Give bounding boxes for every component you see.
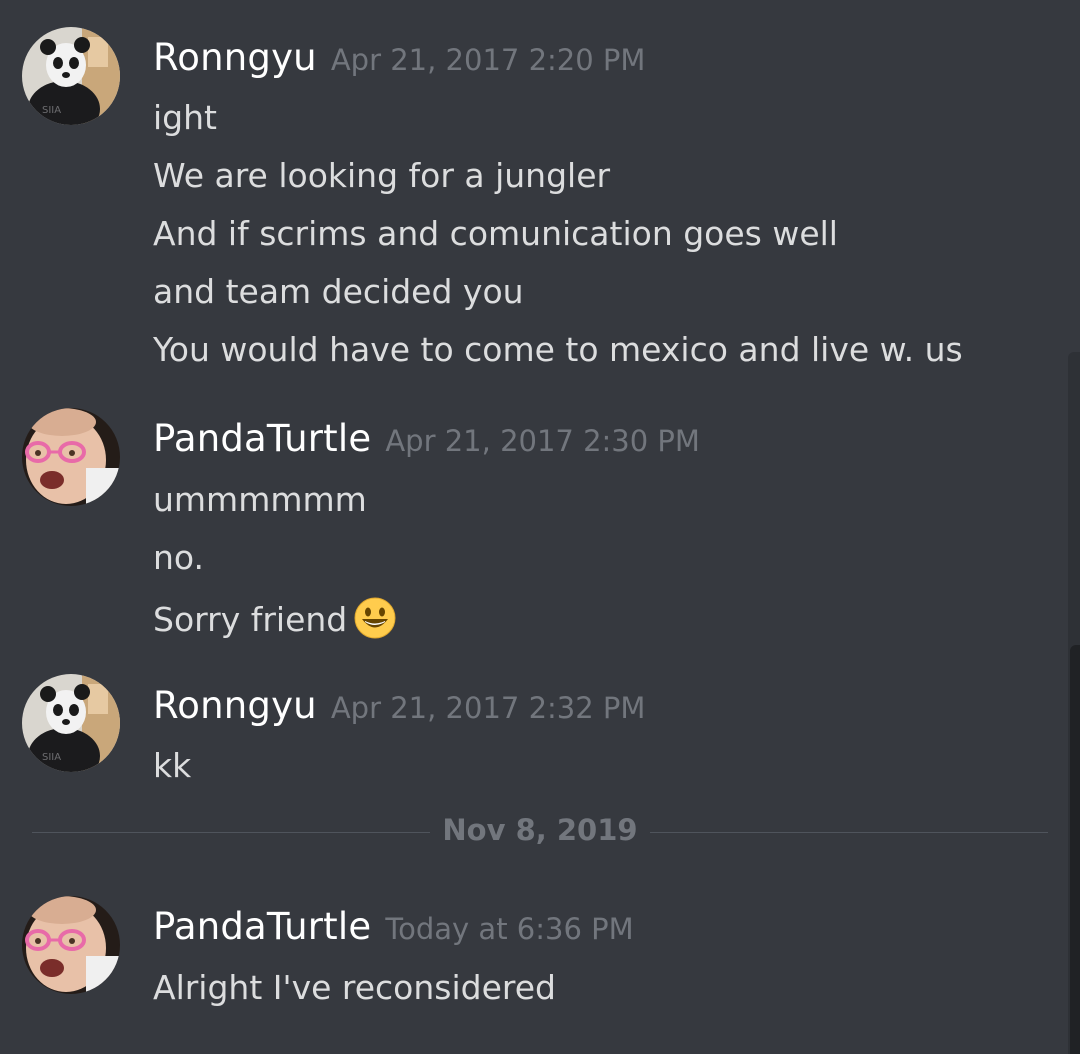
message-header: PandaTurtle Today at 6:36 PM bbox=[153, 905, 634, 948]
username[interactable]: Ronngyu bbox=[153, 684, 317, 727]
message-header: PandaTurtle Apr 21, 2017 2:30 PM bbox=[153, 417, 700, 460]
divider-line bbox=[32, 832, 430, 833]
smiley-emoji-icon[interactable] bbox=[353, 596, 397, 640]
username[interactable]: PandaTurtle bbox=[153, 417, 371, 460]
username[interactable]: PandaTurtle bbox=[153, 905, 371, 948]
message-line: Alright I've reconsidered bbox=[153, 968, 556, 1007]
svg-text:SIIA: SIIA bbox=[42, 105, 61, 116]
message-line: and team decided you bbox=[153, 272, 524, 311]
message-line: kk bbox=[153, 746, 192, 785]
message-line: ummmmmm bbox=[153, 480, 367, 519]
message-line: no. bbox=[153, 538, 205, 577]
message-header: Ronngyu Apr 21, 2017 2:32 PM bbox=[153, 684, 645, 727]
message-line: And if scrims and comunication goes well bbox=[153, 214, 838, 253]
message-line: We are looking for a jungler bbox=[153, 156, 611, 195]
timestamp: Today at 6:36 PM bbox=[385, 912, 634, 946]
username[interactable]: Ronngyu bbox=[153, 36, 317, 79]
message-line-with-emoji: Sorry friend bbox=[153, 596, 397, 640]
timestamp: Apr 21, 2017 2:30 PM bbox=[385, 424, 700, 458]
message-header: Ronngyu Apr 21, 2017 2:20 PM bbox=[153, 36, 645, 79]
date-divider: Nov 8, 2019 bbox=[32, 813, 1048, 847]
scrollbar-thumb[interactable] bbox=[1070, 645, 1080, 1054]
message-text: Sorry friend bbox=[153, 600, 348, 639]
message-line: ight bbox=[153, 98, 217, 137]
baby-glasses-avatar-icon[interactable] bbox=[22, 896, 120, 994]
svg-text:SIIA: SIIA bbox=[42, 752, 61, 763]
baby-glasses-avatar-icon[interactable] bbox=[22, 408, 120, 506]
panda-mask-avatar-icon[interactable]: SIIA bbox=[22, 674, 120, 772]
divider-line bbox=[650, 832, 1048, 833]
timestamp: Apr 21, 2017 2:32 PM bbox=[330, 691, 646, 725]
chat-message-list: SIIA Ronngyu Apr 21, 2017 2:20 PM ight We… bbox=[0, 0, 1080, 1054]
timestamp: Apr 21, 2017 2:20 PM bbox=[330, 43, 646, 77]
date-divider-label: Nov 8, 2019 bbox=[442, 813, 638, 847]
message-line: You would have to come to mexico and liv… bbox=[153, 330, 963, 369]
panda-mask-avatar-icon[interactable]: SIIA bbox=[22, 27, 120, 125]
